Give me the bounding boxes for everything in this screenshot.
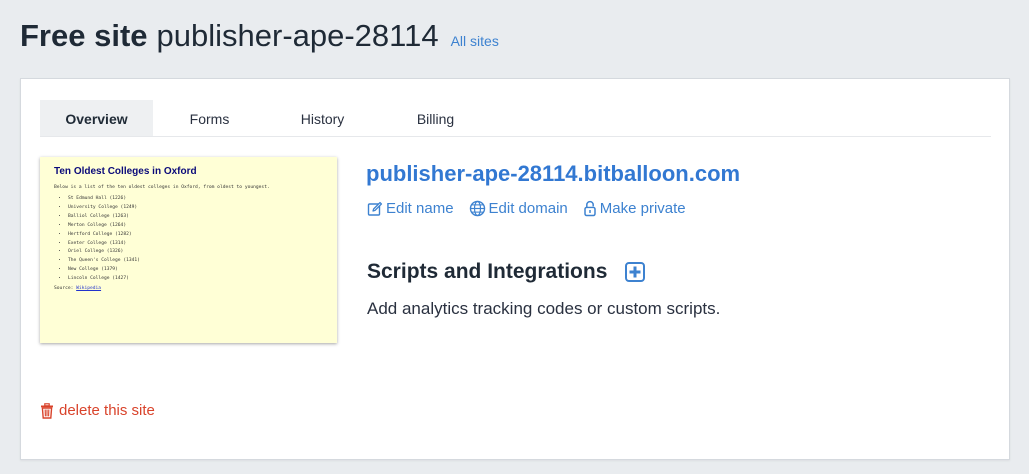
preview-source-link: Wikipedia bbox=[76, 286, 102, 292]
preview-list-item: Hertford College (1282) bbox=[68, 231, 323, 240]
preview-list-item: The Queen's College (1341) bbox=[68, 257, 323, 266]
preview-list-item: Exeter College (1314) bbox=[68, 240, 323, 249]
preview-list-item: Oriel College (1326) bbox=[68, 248, 323, 257]
edit-icon bbox=[367, 201, 386, 217]
scripts-section-heading: Scripts and Integrations bbox=[367, 260, 646, 284]
edit-domain-label: Edit domain bbox=[488, 200, 568, 217]
tab-forms[interactable]: Forms bbox=[153, 100, 266, 136]
preview-list-item: Merton College (1264) bbox=[68, 222, 323, 231]
all-sites-link[interactable]: All sites bbox=[451, 33, 499, 49]
edit-domain-button[interactable]: Edit domain bbox=[469, 200, 568, 217]
scripts-title: Scripts and Integrations bbox=[367, 260, 608, 283]
lock-icon bbox=[583, 200, 600, 217]
page-header: Free site publisher-ape-28114 All sites bbox=[20, 18, 499, 54]
add-script-button[interactable] bbox=[625, 262, 646, 282]
scripts-description: Add analytics tracking codes or custom s… bbox=[367, 299, 721, 318]
tab-bar: Overview Forms History Billing bbox=[40, 100, 991, 137]
edit-name-button[interactable]: Edit name bbox=[367, 200, 454, 217]
site-preview-thumbnail[interactable]: Ten Oldest Colleges in Oxford Below is a… bbox=[40, 157, 337, 343]
tab-overview[interactable]: Overview bbox=[40, 100, 153, 136]
preview-source: Source: Wikipedia bbox=[54, 286, 323, 291]
preview-title: Ten Oldest Colleges in Oxford bbox=[54, 166, 197, 177]
page-title-plan: Free site bbox=[20, 18, 148, 53]
preview-list: St Edmund Hall (1226) University College… bbox=[54, 195, 323, 284]
preview-list-item: Balliol College (1263) bbox=[68, 213, 323, 222]
preview-list-item: University College (1249) bbox=[68, 204, 323, 213]
page-title-site-name: publisher-ape-28114 bbox=[156, 18, 439, 53]
trash-icon bbox=[40, 402, 59, 419]
site-url-link[interactable]: publisher-ape-28114.bitballoon.com bbox=[366, 161, 740, 187]
site-card: Overview Forms History Billing Ten Oldes… bbox=[20, 78, 1010, 460]
preview-intro: Below is a list of the ten oldest colleg… bbox=[54, 185, 270, 190]
preview-list-item: New College (1379) bbox=[68, 266, 323, 275]
preview-list-item: Lincoln College (1427) bbox=[68, 275, 323, 284]
delete-site-label: delete this site bbox=[59, 402, 155, 419]
plus-icon bbox=[625, 262, 646, 282]
make-private-label: Make private bbox=[599, 200, 686, 217]
delete-site-button[interactable]: delete this site bbox=[40, 402, 155, 419]
preview-source-label: Source: bbox=[54, 286, 74, 292]
tab-history[interactable]: History bbox=[266, 100, 379, 136]
preview-list-item: St Edmund Hall (1226) bbox=[68, 195, 323, 204]
site-actions: Edit name Edit domain Make private bbox=[367, 200, 701, 217]
globe-icon bbox=[469, 200, 489, 217]
make-private-button[interactable]: Make private bbox=[583, 200, 686, 217]
edit-name-label: Edit name bbox=[386, 200, 454, 217]
tab-billing[interactable]: Billing bbox=[379, 100, 492, 136]
